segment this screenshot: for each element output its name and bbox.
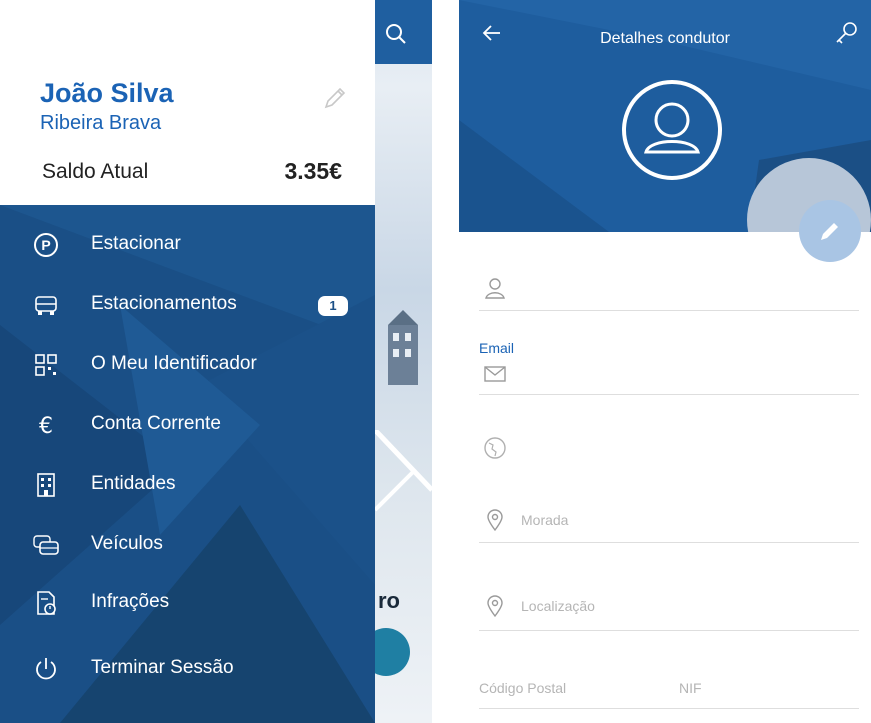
notification-badge: 1 <box>318 296 348 316</box>
menu-label: Entidades <box>91 473 176 494</box>
pencil-icon <box>821 223 838 240</box>
address-field[interactable]: Morada <box>479 504 859 554</box>
right-screen-driver-details: Detalhes condutor Email Morada Localizaç… <box>459 0 871 723</box>
drawer-menu: P Estacionar Estacionamentos 1 O Meu Ide… <box>0 205 375 723</box>
navigation-drawer: João Silva Ribeira Brava Saldo Atual 3.3… <box>0 0 375 723</box>
profile-header: Detalhes condutor <box>459 0 871 232</box>
menu-item-infracoes[interactable]: Infrações <box>0 577 375 629</box>
map-partial-label: ro <box>378 588 400 613</box>
menu-label: Veículos <box>91 533 163 554</box>
globe-icon <box>484 437 506 459</box>
edit-profile-button[interactable] <box>799 200 861 262</box>
address-placeholder: Morada <box>521 512 569 528</box>
field-underline <box>479 310 859 311</box>
cars-icon <box>33 535 59 555</box>
svg-text:€: € <box>39 414 53 439</box>
qr-code-icon <box>35 354 57 376</box>
car-front-icon <box>35 296 57 315</box>
nif-label[interactable]: NIF <box>679 680 702 696</box>
balance-value: 3.35€ <box>284 158 342 184</box>
menu-item-conta-corrente[interactable]: € Conta Corrente <box>0 399 375 451</box>
field-underline <box>479 708 859 709</box>
drawer-header: João Silva Ribeira Brava Saldo Atual 3.3… <box>0 0 375 205</box>
menu-item-entidades[interactable]: Entidades <box>0 459 375 511</box>
power-icon <box>36 658 56 680</box>
search-icon[interactable] <box>384 22 408 46</box>
menu-item-veiculos[interactable]: Veículos <box>0 519 375 571</box>
user-name: João Silva <box>40 78 174 108</box>
menu-label: Estacionar <box>91 233 181 254</box>
menu-item-estacionar[interactable]: P Estacionar <box>0 219 375 271</box>
key-icon[interactable] <box>833 20 859 46</box>
location-pin-icon <box>487 509 503 532</box>
screen-title: Detalhes condutor <box>600 30 730 47</box>
menu-item-estacionamentos[interactable]: Estacionamentos 1 <box>0 279 375 331</box>
user-location: Ribeira Brava <box>40 112 162 134</box>
field-underline <box>479 394 859 395</box>
avatar-icon <box>622 80 722 180</box>
menu-item-terminar-sessao[interactable]: Terminar Sessão <box>0 643 375 695</box>
field-underline <box>479 542 859 543</box>
building-illustration <box>388 310 418 385</box>
location-pin-icon <box>487 595 503 618</box>
road-illustration <box>375 430 432 512</box>
document-clock-icon <box>37 591 56 615</box>
building-icon <box>37 473 55 497</box>
menu-label: Terminar Sessão <box>91 657 234 678</box>
menu-label: Estacionamentos <box>91 293 237 314</box>
edit-pencil-icon[interactable] <box>321 84 349 112</box>
email-label: Email <box>479 340 515 356</box>
euro-icon: € <box>39 414 53 439</box>
menu-item-o-meu-identificador[interactable]: O Meu Identificador <box>0 339 375 391</box>
location-field[interactable]: Localização <box>479 592 859 642</box>
field-underline <box>479 630 859 631</box>
postal-nif-row: Código Postal NIF <box>479 678 859 718</box>
menu-label: Infrações <box>91 591 170 612</box>
balance-label: Saldo Atual <box>42 160 149 183</box>
left-screen: ro João Silva Ribeira Brava Saldo Atual … <box>0 0 432 723</box>
postal-code-label[interactable]: Código Postal <box>479 680 566 696</box>
menu-label: Conta Corrente <box>91 413 221 434</box>
location-placeholder: Localização <box>521 598 595 614</box>
parking-icon: P <box>34 233 58 257</box>
envelope-icon <box>484 366 506 382</box>
email-field[interactable]: Email <box>479 336 859 402</box>
svg-text:P: P <box>41 237 50 253</box>
country-field[interactable] <box>479 430 859 480</box>
menu-label: O Meu Identificador <box>91 353 257 374</box>
person-icon <box>485 278 505 299</box>
name-field[interactable] <box>479 262 859 322</box>
